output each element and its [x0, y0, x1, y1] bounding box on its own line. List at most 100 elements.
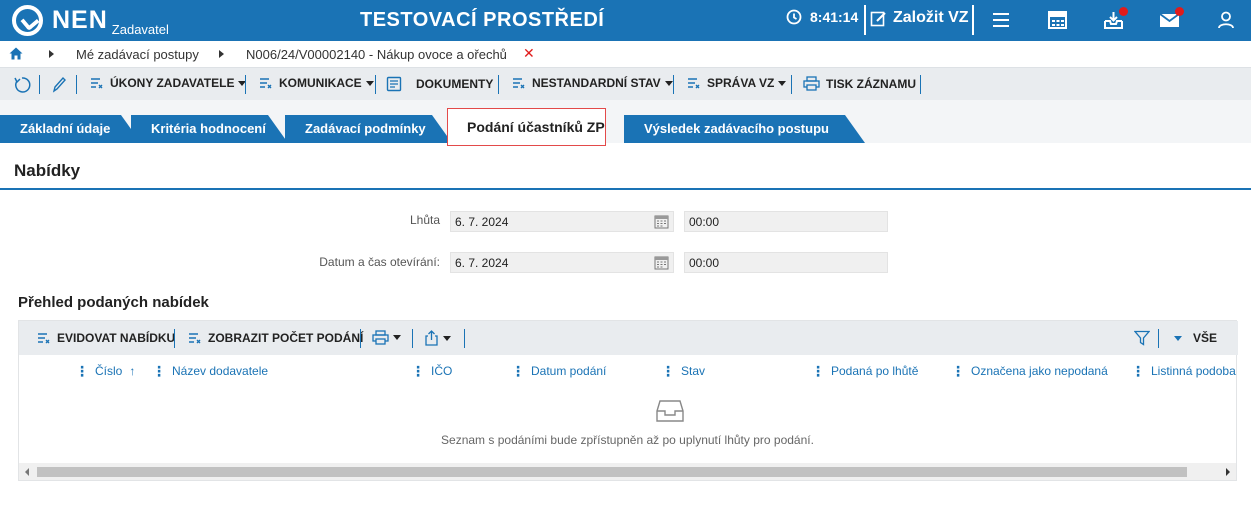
tab-vysledek-zadavaciho-postupu[interactable]: Výsledek zadávacího postupu: [624, 115, 865, 143]
lhuta-date-field[interactable]: 6. 7. 2024: [450, 211, 674, 232]
column-header-nazev-dodavatele[interactable]: ⋮ Název dodavatele: [152, 364, 268, 378]
column-header-stav[interactable]: ⋮ Stav: [661, 364, 705, 378]
evidovat-nabidku-button[interactable]: EVIDOVAT NABÍDKU: [37, 331, 175, 345]
toolbar-divider: [174, 329, 175, 348]
chevron-right-icon: [49, 50, 54, 58]
breadcrumb-current: N006/24/V00002140 - Nákup ovoce a ořechů: [246, 47, 507, 62]
column-menu-icon[interactable]: ⋮: [75, 364, 89, 378]
logo-subtitle: Zadavatel: [111, 22, 169, 37]
column-header-podana-po-lhute[interactable]: ⋮ Podaná po lhůtě: [811, 364, 918, 378]
column-header-datum-podani[interactable]: ⋮ Datum podání: [511, 364, 606, 378]
scroll-right-icon[interactable]: [1226, 468, 1230, 476]
sort-ascending-icon: ↑: [129, 364, 136, 378]
header-divider: [972, 5, 974, 35]
column-menu-icon[interactable]: ⋮: [411, 364, 425, 378]
view-filter-select[interactable]: VŠE: [1174, 331, 1217, 345]
home-icon[interactable]: [9, 47, 23, 60]
column-header-ico[interactable]: ⋮ IČO: [411, 364, 452, 378]
dokumenty-label: DOKUMENTY: [416, 77, 494, 91]
chevron-down-icon: [393, 335, 401, 340]
tisk-zaznamu-button[interactable]: TISK ZÁZNAMU: [803, 76, 916, 91]
export-icon: [425, 330, 438, 346]
calendar-icon[interactable]: [654, 214, 669, 229]
session-clock: 8:41:14: [786, 9, 858, 25]
create-vz-button[interactable]: Založit VZ: [870, 9, 969, 27]
zobrazit-pocet-podani-button[interactable]: ZOBRAZIT POČET PODÁNÍ: [188, 331, 363, 345]
column-label: Podaná po lhůtě: [831, 364, 919, 378]
otevirani-date-field[interactable]: 6. 7. 2024: [450, 252, 674, 273]
inbox-notification-dot: [1119, 7, 1128, 16]
horizontal-scrollbar[interactable]: [19, 463, 1236, 480]
toolbar-divider: [76, 75, 77, 94]
list-actions-icon: [688, 78, 700, 89]
column-menu-icon[interactable]: ⋮: [1131, 364, 1145, 378]
section-divider: [0, 188, 1251, 190]
refresh-icon[interactable]: [13, 76, 31, 94]
column-menu-icon[interactable]: ⋮: [511, 364, 525, 378]
chevron-down-icon: [664, 80, 673, 86]
ukony-zadavatele-menu[interactable]: ÚKONY ZADAVATELE: [90, 76, 247, 90]
column-label: IČO: [431, 364, 453, 378]
column-label: Číslo: [95, 364, 123, 378]
column-menu-icon[interactable]: ⋮: [661, 364, 675, 378]
toolbar-divider: [245, 75, 246, 94]
sprava-vz-menu[interactable]: SPRÁVA VZ: [687, 76, 787, 90]
edit-icon: [870, 11, 886, 26]
top-header: NEN Zadavatel TESTOVACÍ PROSTŘEDÍ 8:41:1…: [0, 0, 1251, 41]
close-icon[interactable]: ✕: [523, 45, 535, 62]
nestandardni-stav-menu[interactable]: NESTANDARDNÍ STAV: [512, 76, 673, 90]
otevirani-label: Datum a čas otevírání:: [319, 255, 440, 269]
toolbar-divider: [920, 75, 921, 94]
create-vz-label: Založit VZ: [893, 9, 969, 26]
calendar-icon[interactable]: [654, 255, 669, 270]
list-actions-icon: [189, 333, 201, 344]
column-menu-icon[interactable]: ⋮: [951, 364, 965, 378]
header-divider: [864, 5, 866, 35]
tab-zadavaci-podminky[interactable]: Zadávací podmínky: [285, 115, 452, 143]
grid-header-row: ⋮ Číslo ↑ ⋮ Název dodavatele ⋮ IČO ⋮ Datum po…: [19, 355, 1236, 387]
export-menu-button[interactable]: [424, 330, 451, 346]
lhuta-time-field[interactable]: 00:00: [684, 211, 888, 232]
calculator-icon[interactable]: [1047, 10, 1069, 30]
tab-kriteria-hodnoceni[interactable]: Kritéria hodnocení: [131, 115, 288, 143]
menu-icon[interactable]: [991, 10, 1013, 30]
print-menu-button[interactable]: [372, 330, 401, 345]
action-toolbar: ÚKONY ZADAVATELE KOMUNIKACE DOKUMENTY NE…: [0, 67, 1251, 100]
breadcrumb-item[interactable]: Mé zadávací postupy: [76, 47, 199, 62]
clock-icon: [786, 9, 802, 25]
column-label: Listinná podoba: [1151, 364, 1236, 378]
nen-logo[interactable]: NEN Zadavatel: [12, 4, 169, 38]
mail-notification-dot: [1175, 7, 1184, 16]
column-menu-icon[interactable]: ⋮: [152, 364, 166, 378]
sprava-label: SPRÁVA VZ: [707, 76, 775, 90]
column-label: Označena jako nepodaná: [971, 364, 1108, 378]
column-label: Název dodavatele: [172, 364, 269, 378]
tab-podani-ucastniku[interactable]: Podání účastníků ZP: [447, 108, 606, 146]
column-label: Datum podání: [531, 364, 607, 378]
empty-message: Seznam s podáními bude zpřístupněn až po…: [441, 433, 814, 447]
user-icon[interactable]: [1215, 10, 1237, 30]
ukony-label: ÚKONY ZADAVATELE: [110, 76, 235, 90]
tab-zakladni-udaje[interactable]: Základní údaje: [0, 115, 141, 143]
section-title: Nabídky: [14, 161, 81, 180]
dokumenty-button[interactable]: DOKUMENTY: [386, 76, 493, 92]
komunikace-menu[interactable]: KOMUNIKACE: [259, 76, 374, 90]
column-menu-icon[interactable]: ⋮: [811, 364, 825, 378]
pencil-icon[interactable]: [51, 76, 67, 94]
lhuta-date-value: 6. 7. 2024: [455, 215, 509, 229]
column-header-oznacena-jako-nepodana[interactable]: ⋮ Označena jako nepodaná: [951, 364, 1108, 378]
nestandardni-label: NESTANDARDNÍ STAV: [532, 76, 661, 90]
otevirani-time-field[interactable]: 00:00: [684, 252, 888, 273]
column-header-cislo[interactable]: ⋮ Číslo ↑: [75, 364, 135, 378]
zobrazit-label: ZOBRAZIT POČET PODÁNÍ: [208, 331, 364, 345]
empty-tray-icon: [656, 400, 684, 422]
toolbar-divider: [464, 329, 465, 348]
filter-icon[interactable]: [1134, 330, 1150, 346]
scrollbar-thumb[interactable]: [37, 467, 1187, 477]
list-actions-icon: [91, 78, 103, 89]
scroll-left-icon[interactable]: [25, 468, 29, 476]
chevron-down-icon: [365, 80, 374, 86]
toolbar-divider: [791, 75, 792, 94]
list-actions-icon: [38, 333, 50, 344]
column-header-listinna-podoba[interactable]: ⋮ Listinná podoba: [1131, 364, 1236, 378]
